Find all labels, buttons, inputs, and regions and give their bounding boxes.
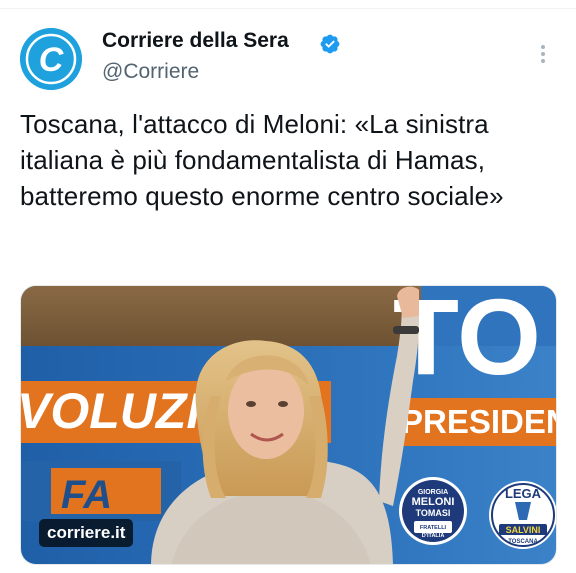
more-options-button[interactable]	[530, 40, 556, 68]
logo-left-line3: TOMASI	[416, 508, 451, 518]
logo-right-line2: SALVINI	[506, 525, 541, 535]
logo-left-line1: GIORGIA	[418, 489, 448, 496]
more-options-icon	[541, 45, 545, 49]
author-handle[interactable]: @Corriere	[102, 60, 199, 84]
logo-right-line1: LEGA	[505, 486, 542, 501]
tweet-text: Toscana, l'attacco di Meloni: «La sinist…	[20, 109, 504, 211]
verified-badge-icon	[320, 34, 340, 54]
logo-left-line2: MELONI	[412, 496, 455, 508]
logo-right-line3: TOSCANA	[508, 539, 538, 545]
more-options-dot	[541, 59, 545, 63]
logo-left-line4: FRATELLI	[420, 525, 447, 531]
avatar-letter: C	[39, 41, 64, 79]
link-domain-badge[interactable]: corriere.it	[39, 519, 134, 547]
backdrop-lower-left: FA	[61, 473, 112, 517]
logo-left-line5: D'ITALIA	[422, 533, 445, 539]
lega-salvini-logo: LEGA SALVINI TOSCANA	[489, 481, 556, 549]
backdrop-president: PRESIDENT	[401, 403, 557, 440]
corriere-logo-icon: C	[20, 28, 82, 90]
author-name[interactable]: Corriere della Sera	[102, 29, 289, 53]
fratelli-italia-logo: GIORGIA MELONI TOMASI FRATELLI D'ITALIA	[399, 477, 467, 545]
more-options-dot	[541, 52, 545, 56]
author-avatar[interactable]: C	[20, 28, 82, 90]
top-divider	[0, 8, 576, 9]
